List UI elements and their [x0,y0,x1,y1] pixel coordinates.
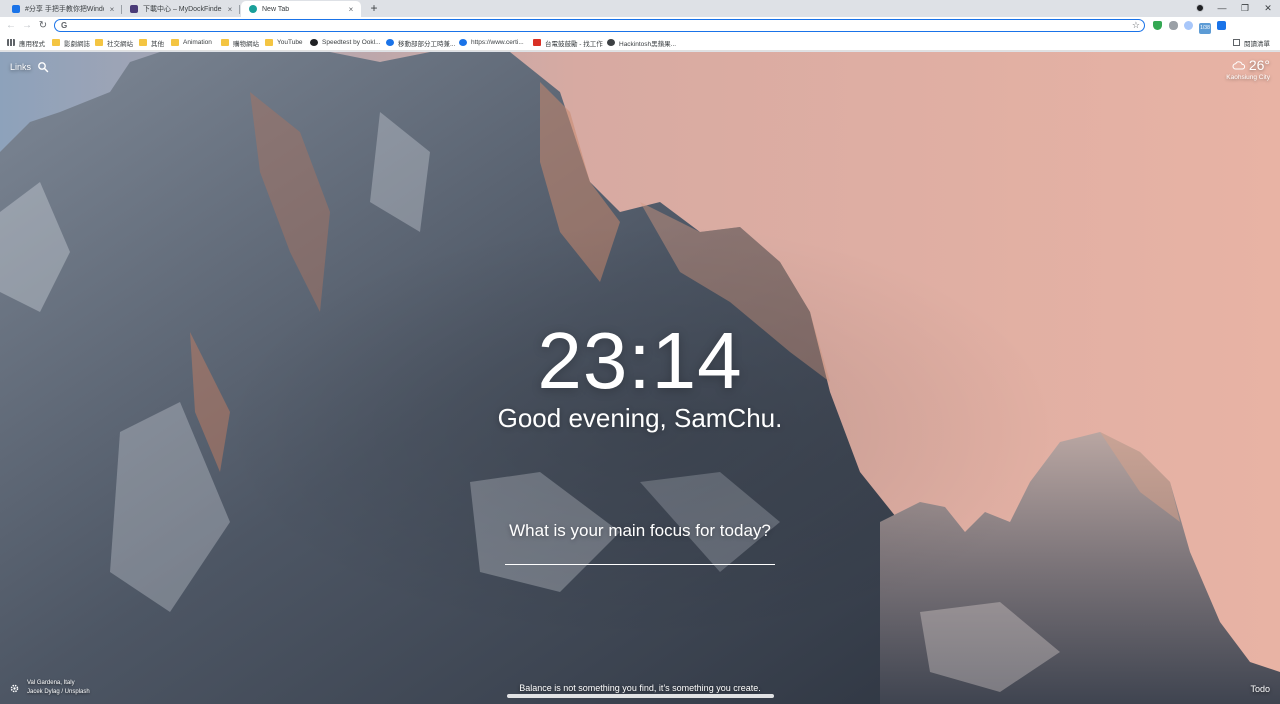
bookmark-folder-other[interactable]: 其他 [139,37,164,48]
maximize-button[interactable]: ❐ [1233,0,1257,17]
bookmark-hackintosh[interactable]: Hackintosh黑蘋果... [607,37,676,48]
tab-strip: #分享 手把手教你把Windows®... × 下載中心 – MyDockFin… [0,0,1280,17]
bookmark-label: 台電鼓鼓勵 - 找工作 [545,40,603,48]
new-tab-page: Links 26° Kaohsiung City 23:14 Good even… [0,52,1280,704]
red-site-icon [533,39,541,46]
bookmark-label: 社交網站 [107,40,133,48]
browser-toolbar: ← → ↻ G ☆ ✱ ⋮ [0,17,1280,47]
bookmark-label: 移動部部分工時兼... [398,40,456,48]
bookmark-part-time-job[interactable]: 移動部部分工時兼... [386,37,455,48]
bookmark-taipower[interactable]: 台電鼓鼓勵 - 找工作 [533,37,603,48]
weather-widget[interactable]: 26° Kaohsiung City [1226,57,1270,81]
focus-question: What is your main focus for today? [509,521,771,540]
search-icon[interactable] [37,61,49,73]
tab-title: New Tab [262,5,290,13]
chrome-profile-icon[interactable] [1196,4,1204,12]
bookmark-folder-youtube[interactable]: YouTube [265,37,303,48]
weather-location: Kaohsiung City [1226,74,1270,81]
bookmarks-bar: 應用程式 影劇網誌 社交網站 其他 Animation 購物網站 YouTube… [0,34,1280,51]
folder-icon [139,39,147,46]
tab-title: #分享 手把手教你把Windows®... [25,6,104,13]
google-icon: G [61,21,68,30]
bookmark-label: 購物網站 [233,40,259,48]
shield-extension-icon[interactable] [1153,21,1162,30]
close-window-button[interactable]: ✕ [1256,0,1280,17]
minimize-button[interactable]: — [1210,0,1234,17]
bookmark-label: 影劇網誌 [64,40,90,48]
speedtest-icon [310,39,318,46]
daily-quote[interactable]: Balance is not something you find, it’s … [0,683,1280,693]
apps-grid-icon [7,39,15,46]
folder-icon [52,39,60,46]
quote-underline [507,694,774,698]
reading-list-icon [1233,39,1240,46]
globe-icon [459,39,467,46]
bookmark-folder-social[interactable]: 社交網站 [95,37,133,48]
tab-close-icon[interactable]: × [226,5,234,14]
bookmark-apps[interactable]: 應用程式 [7,37,45,48]
blog-favicon-icon [12,5,20,13]
leaf-extension-icon[interactable] [1184,21,1193,30]
extension-badge[interactable]: 1/38 [1199,23,1211,34]
tab-windows-article[interactable]: #分享 手把手教你把Windows®... × [4,1,122,17]
reading-list-button[interactable]: 閱讀清單 [1233,37,1270,48]
folder-icon [265,39,273,46]
tab-close-icon[interactable]: × [108,5,116,14]
globe-icon [607,39,615,46]
address-input[interactable] [73,20,1113,31]
address-bar[interactable]: G ☆ [54,19,1145,32]
tab-title: 下載中心 – MyDockFinder [143,6,222,13]
reload-button[interactable]: ↻ [37,19,49,32]
folder-icon [171,39,179,46]
bookmark-folder-animation[interactable]: Animation [171,37,212,48]
forward-button[interactable]: → [21,19,33,32]
bookmark-label: Speedtest by Ookl... [322,39,381,46]
bookmark-folder-shopping[interactable]: 購物網站 [221,37,259,48]
links-button[interactable]: Links [10,62,31,72]
mydockfinder-favicon-icon [130,5,138,13]
clock: 23:14 [537,316,743,405]
bookmark-label: https://www.certi... [471,39,524,46]
weather-temperature: 26° [1248,57,1270,73]
greeting: Good evening, SamChu. [497,403,783,433]
todo-button[interactable]: Todo [1250,684,1270,694]
reading-list-label: 閱讀清單 [1244,40,1270,48]
hand-extension-icon[interactable] [1169,21,1178,30]
folder-icon [221,39,229,46]
new-tab-button[interactable]: + [367,1,381,17]
bookmark-label: 其他 [151,40,164,48]
bookmark-certi[interactable]: https://www.certi... [459,37,524,48]
bookmark-label: 應用程式 [19,40,45,48]
back-button[interactable]: ← [5,19,17,32]
focus-input[interactable] [505,545,775,565]
momentum-favicon-icon [249,5,257,13]
tab-mydockfinder[interactable]: 下載中心 – MyDockFinder × [122,1,240,17]
bookmark-label: YouTube [277,39,303,46]
bookmark-folder-drama[interactable]: 影劇網誌 [52,37,90,48]
cloud-icon [1232,61,1245,70]
folder-icon [95,39,103,46]
bookmark-label: Animation [183,39,212,46]
globe-icon [386,39,394,46]
bookmark-speedtest[interactable]: Speedtest by Ookl... [310,37,381,48]
bookmark-label: Hackintosh黑蘋果... [619,40,677,48]
tab-close-icon[interactable]: × [347,5,355,14]
bookmark-star-icon[interactable]: ☆ [1132,20,1140,31]
blue-square-extension-icon[interactable] [1217,21,1226,30]
tab-new-tab[interactable]: New Tab × [241,1,361,17]
